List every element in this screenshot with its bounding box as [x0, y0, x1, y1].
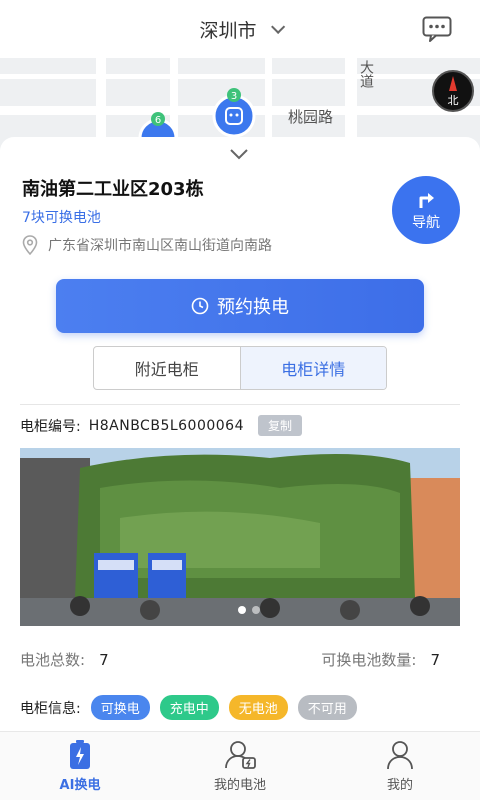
app-root: 深圳市 大道 桃园路 3 6 北 南油第二工业区203栋 7块可换电池 广东省深… [0, 0, 480, 800]
station-name: 南油第二工业区203栋 [22, 179, 204, 200]
station-pin-icon[interactable]: 3 [206, 88, 258, 138]
divider [20, 404, 460, 405]
pin-count: 6 [155, 115, 161, 126]
nav-ai-swap[interactable]: AI换电 [0, 732, 160, 800]
station-address: 广东省深圳市南山区南山街道向南路 [22, 235, 272, 255]
cabinet-legend: 电柜信息: 可换电 充电中 无电池 不可用 [20, 695, 357, 720]
city-label: 深圳市 [199, 19, 257, 42]
nav-my-battery[interactable]: 我的电池 [160, 732, 320, 800]
serial-label: 电柜编号: [20, 418, 81, 435]
message-icon[interactable] [422, 16, 452, 42]
nav-ai-swap-label: AI换电 [59, 777, 101, 793]
total-label: 电池总数: [20, 651, 86, 669]
top-bar: 深圳市 [0, 0, 480, 58]
legend-unavailable: 不可用 [297, 695, 357, 720]
serial-value: H8ANBCB5L6000064 [88, 417, 244, 434]
cabinet-photo[interactable] [20, 448, 460, 626]
nav-my-battery-label: 我的电池 [213, 777, 266, 793]
user-battery-icon [225, 740, 256, 769]
swappable-batteries: 可换电池数量: 7 [321, 649, 440, 670]
detail-tabs: 附近电柜 电柜详情 [93, 346, 387, 390]
cabinet-serial: 电柜编号: H8ANBCB5L6000064 复制 [20, 415, 303, 436]
legend-no-battery: 无电池 [228, 695, 288, 720]
nav-profile[interactable]: 我的 [320, 732, 480, 800]
legend-swappable: 可换电 [90, 695, 150, 720]
location-pin-icon [22, 235, 38, 255]
copy-button[interactable]: 复制 [258, 415, 303, 436]
battery-bolt-icon [70, 739, 90, 769]
address-text: 广东省深圳市南山区南山街道向南路 [48, 238, 272, 254]
available-batteries: 7块可换电池 [22, 210, 101, 226]
legend-label: 电柜信息: [20, 700, 81, 717]
cabinet-photo-image [20, 448, 460, 626]
carousel-dot[interactable] [252, 606, 260, 614]
navigate-button[interactable]: 导航 [392, 176, 460, 244]
bottom-nav: AI换电 我的电池 我的 [0, 731, 480, 800]
nav-profile-label: 我的 [386, 777, 413, 793]
compass-icon[interactable]: 北 [432, 70, 474, 112]
pin-count: 3 [231, 91, 237, 102]
legend-charging: 充电中 [159, 695, 219, 720]
clock-icon [191, 297, 209, 315]
battery-stats: 电池总数: 7 可换电池数量: 7 [20, 649, 440, 670]
tab-nearby-cabinets[interactable]: 附近电柜 [94, 347, 240, 389]
reserve-label: 预约换电 [217, 297, 289, 318]
total-batteries: 电池总数: 7 [20, 649, 109, 670]
chevron-down-icon [270, 19, 285, 34]
map-road-label: 大道 [358, 60, 374, 88]
swappable-label: 可换电池数量: [321, 651, 417, 669]
total-value: 7 [99, 651, 109, 669]
carousel-dot[interactable] [238, 606, 246, 614]
compass-north-label: 北 [448, 94, 459, 107]
swappable-value: 7 [430, 651, 440, 669]
user-icon [387, 740, 413, 769]
carousel-dots [238, 606, 260, 614]
city-selector[interactable]: 深圳市 [199, 16, 285, 43]
turn-right-icon [419, 193, 434, 208]
navigate-label: 导航 [412, 215, 440, 231]
reserve-swap-button[interactable]: 预约换电 [56, 279, 424, 333]
map-road-label: 桃园路 [288, 108, 334, 126]
tab-cabinet-details[interactable]: 电柜详情 [239, 347, 386, 389]
chevron-down-icon[interactable] [229, 148, 249, 160]
station-sheet: 南油第二工业区203栋 7块可换电池 广东省深圳市南山区南山街道向南路 导航 预… [0, 137, 480, 731]
